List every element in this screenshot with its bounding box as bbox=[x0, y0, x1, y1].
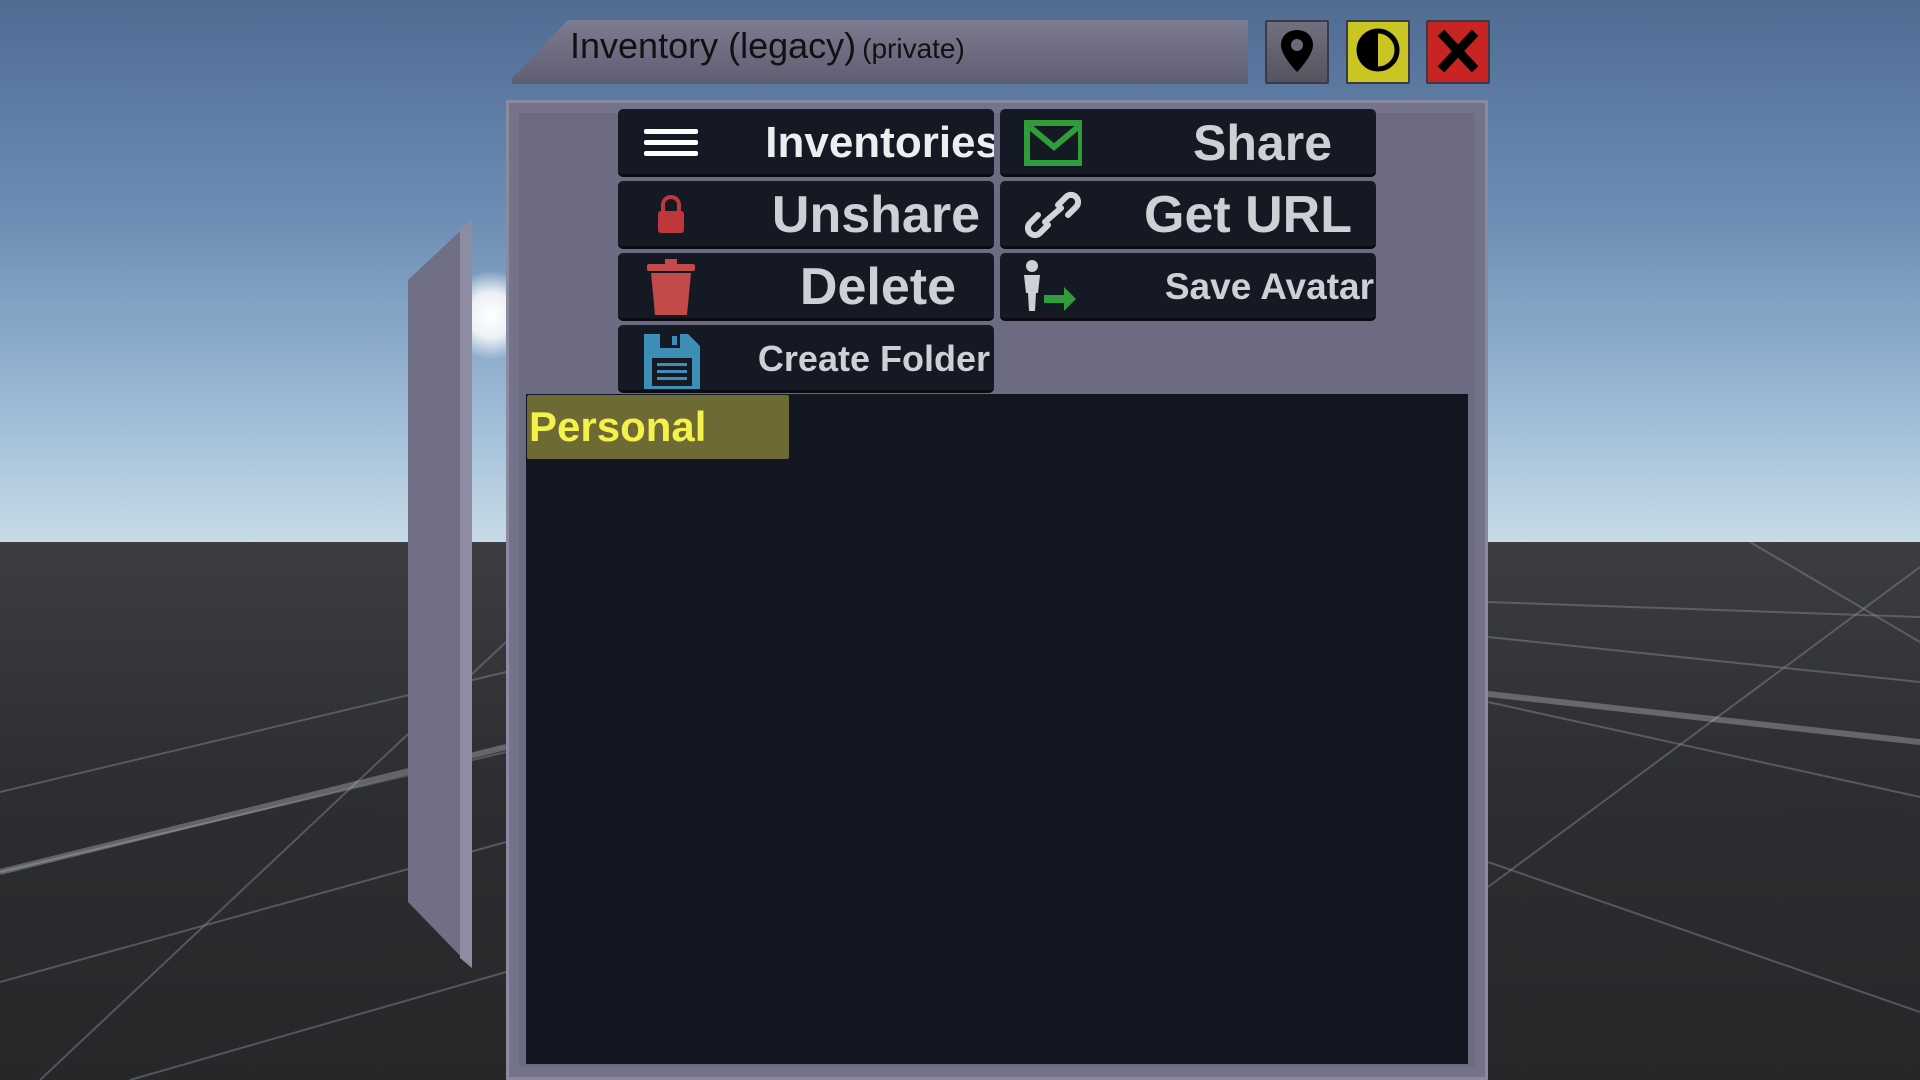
save-avatar-button[interactable]: Save Avatar bbox=[1000, 253, 1376, 321]
inventories-label: Inventories bbox=[765, 118, 994, 167]
delete-button[interactable]: Delete bbox=[618, 253, 994, 321]
window-title: Inventory (legacy) (private) bbox=[570, 22, 965, 70]
link-icon bbox=[1024, 191, 1082, 239]
get-url-button[interactable]: Get URL bbox=[1000, 181, 1376, 249]
close-icon bbox=[1437, 29, 1479, 73]
inventories-button[interactable]: Inventories bbox=[618, 109, 994, 177]
share-label: Share bbox=[1193, 115, 1332, 171]
create-folder-button[interactable]: Create Folder bbox=[618, 325, 994, 393]
avatar-arrow-icon bbox=[1024, 260, 1076, 311]
folder-item-personal[interactable]: Personal bbox=[527, 395, 789, 459]
contrast-button[interactable] bbox=[1346, 20, 1410, 84]
map-pin-icon bbox=[1281, 30, 1313, 72]
close-button[interactable] bbox=[1426, 20, 1490, 84]
floppy-disk-icon bbox=[644, 334, 700, 389]
unshare-label: Unshare bbox=[771, 186, 980, 244]
unshare-button[interactable]: Unshare bbox=[618, 181, 994, 249]
envelope-icon bbox=[1024, 120, 1082, 166]
window-title-subtitle: (private) bbox=[862, 33, 965, 64]
share-button[interactable]: Share bbox=[1000, 109, 1376, 177]
save-avatar-label: Save Avatar bbox=[1164, 266, 1374, 307]
get-url-label: Get URL bbox=[1144, 186, 1352, 244]
trash-icon bbox=[647, 259, 695, 315]
lock-icon bbox=[658, 195, 684, 233]
hamburger-menu-icon bbox=[644, 129, 698, 156]
window-title-main: Inventory (legacy) bbox=[570, 25, 857, 66]
inventory-list[interactable] bbox=[526, 394, 1468, 1064]
contrast-icon bbox=[1356, 28, 1400, 72]
folder-item-label: Personal bbox=[529, 403, 707, 450]
delete-label: Delete bbox=[799, 258, 956, 316]
create-folder-label: Create Folder bbox=[757, 338, 990, 379]
pin-button[interactable] bbox=[1265, 20, 1329, 84]
